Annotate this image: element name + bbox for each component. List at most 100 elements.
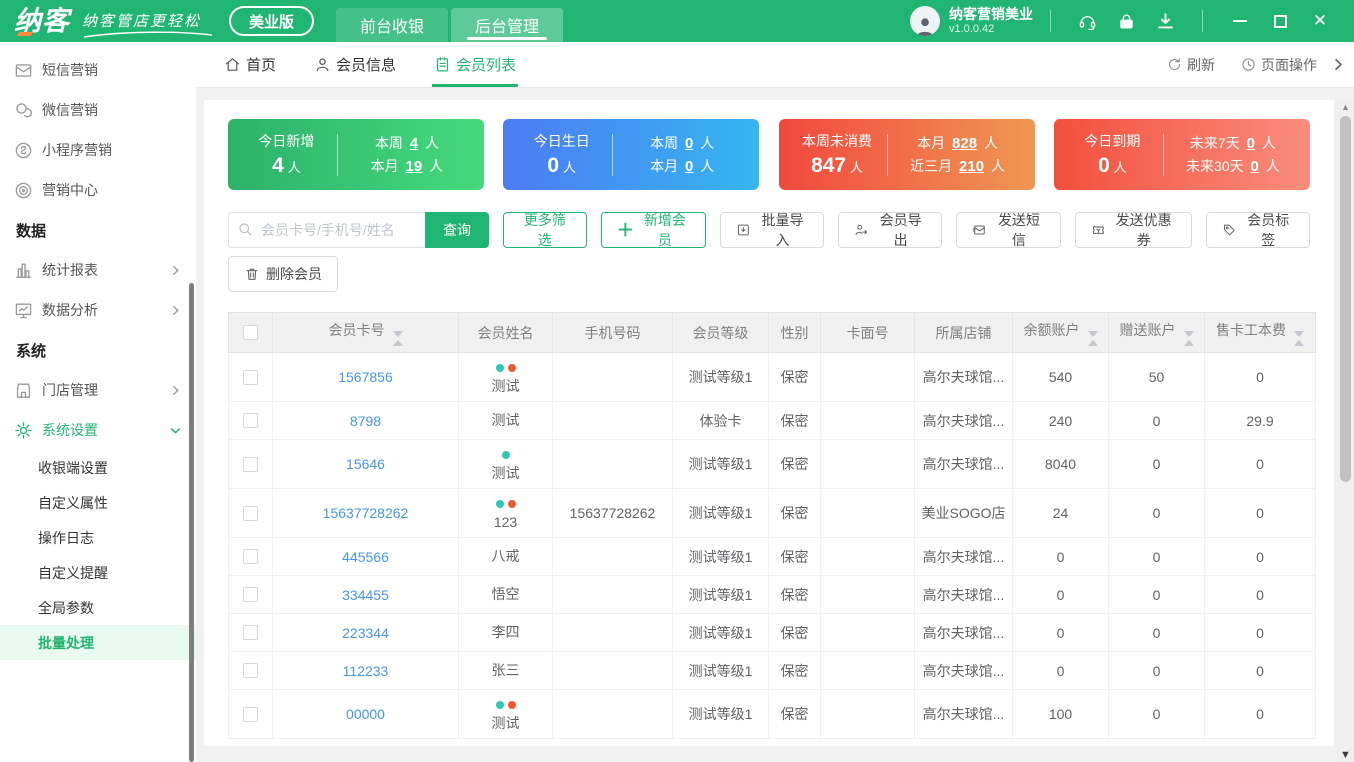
tab-member-list[interactable]: 会员列表 — [432, 42, 519, 87]
sort-carets-icon[interactable] — [1294, 330, 1304, 346]
nav-tab-backoffice[interactable]: 后台管理 — [451, 8, 564, 42]
sidebar-item[interactable]: 自定义提醒 — [0, 555, 196, 590]
download-icon[interactable] — [1156, 12, 1175, 31]
tab-member-info[interactable]: 会员信息 — [314, 42, 396, 87]
sidebar-item[interactable]: 收银端设置 — [0, 450, 196, 485]
column-header-label: 会员姓名 — [477, 324, 534, 341]
member-card-link[interactable]: 8798 — [350, 413, 381, 429]
query-button[interactable]: 查询 — [425, 212, 489, 248]
send-coupon-button[interactable]: 发送优惠券 — [1074, 212, 1192, 248]
row-checkbox[interactable] — [243, 625, 258, 640]
member-name: 八戒 — [491, 548, 520, 564]
cell-fee: 0 — [1204, 439, 1316, 489]
cell-card-face — [820, 651, 915, 690]
edition-badge-button[interactable]: 美业版 — [229, 6, 315, 36]
member-export-button[interactable]: 会员导出 — [838, 212, 943, 248]
tag-dot-icon — [507, 701, 516, 709]
row-checkbox[interactable] — [243, 413, 258, 428]
page-actions-button[interactable]: 页面操作 — [1241, 55, 1317, 75]
nav-tab-cashier[interactable]: 前台收银 — [336, 8, 449, 42]
sidebar-item[interactable]: 门店管理 — [0, 370, 196, 410]
scroll-down-icon[interactable]: ▼ — [1340, 748, 1351, 762]
member-name: 测试 — [491, 378, 520, 394]
tag-dot-icon — [507, 500, 516, 508]
member-card-link[interactable]: 112233 — [343, 663, 389, 679]
sort-carets-icon[interactable] — [392, 330, 403, 346]
member-card-link[interactable]: 15637728262 — [323, 505, 409, 521]
sidebar-item[interactable]: 系统设置 — [0, 410, 196, 450]
sidebar-item[interactable]: 全局参数 — [0, 590, 196, 625]
row-checkbox[interactable] — [243, 663, 258, 678]
stat-sub-value[interactable]: 4 — [410, 135, 418, 152]
toolbar-row-2: 删除会员 — [228, 256, 1310, 292]
tab-home[interactable]: 首页 — [224, 42, 276, 87]
sidebar-item[interactable]: 操作日志 — [0, 520, 196, 555]
member-card-link[interactable]: 445566 — [342, 549, 389, 565]
row-checkbox[interactable] — [243, 456, 258, 472]
stat-sub-value[interactable]: 0 — [685, 158, 693, 175]
user-block[interactable]: 纳客营销美业 v1.0.0.42 — [910, 6, 1033, 36]
support-headset-icon[interactable] — [1078, 12, 1097, 31]
main-area: 首页 会员信息 会员列表 刷新 页面操作 今日新增 4 人 本周 4 人 本月 … — [196, 42, 1354, 762]
member-card-link[interactable]: 1567856 — [338, 369, 393, 385]
scroll-up-icon[interactable]: ▲ — [1341, 100, 1350, 114]
refresh-button[interactable]: 刷新 — [1167, 55, 1215, 75]
minimize-icon[interactable] — [1220, 0, 1260, 42]
sidebar-item[interactable]: 小程序营销 — [0, 130, 196, 170]
stat-value: 847 — [811, 154, 847, 177]
sidebar-scrollbar-thumb[interactable] — [189, 283, 194, 762]
vertical-scrollbar[interactable]: ▲ ▼ — [1337, 100, 1354, 762]
clock-icon — [1241, 57, 1256, 72]
maximize-icon[interactable] — [1260, 0, 1300, 42]
scrollbar-thumb[interactable] — [1340, 116, 1351, 482]
cell-level: 体验卡 — [672, 401, 769, 440]
delete-member-button[interactable]: 删除会员 — [228, 256, 338, 292]
member-tag-button[interactable]: 会员标签 — [1205, 212, 1311, 248]
stat-sub-value[interactable]: 0 — [1247, 135, 1255, 152]
sort-carets-icon[interactable] — [1183, 330, 1194, 346]
sidebar-item[interactable]: 短信营销 — [0, 50, 196, 90]
member-card-link[interactable]: 223344 — [342, 625, 389, 641]
stat-sub-value[interactable]: 210 — [959, 158, 984, 175]
sidebar-item[interactable]: 微信营销 — [0, 90, 196, 130]
sidebar-item[interactable]: 批量处理 — [0, 625, 196, 660]
window-controls: ✕ — [1220, 0, 1340, 42]
cell-checkbox — [228, 537, 273, 576]
member-card-link[interactable]: 15646 — [346, 456, 385, 472]
table-row: 15637728262 123 15637728262 测试等级1 保密 美业SOGO店 2… — [228, 488, 1316, 538]
chevron-right-icon[interactable] — [1331, 57, 1346, 72]
sidebar-item-label: 全局参数 — [38, 599, 94, 616]
stat-sub-value[interactable]: 0 — [1251, 158, 1259, 175]
row-checkbox[interactable] — [243, 587, 258, 602]
stat-sub-value[interactable]: 19 — [406, 158, 423, 175]
member-search-input[interactable] — [228, 212, 425, 248]
stat-sub-value[interactable]: 0 — [685, 135, 693, 152]
select-all-checkbox[interactable] — [243, 325, 258, 340]
person-icon — [314, 56, 331, 73]
row-checkbox[interactable] — [243, 706, 258, 722]
member-name: 李四 — [491, 624, 520, 640]
sidebar-item[interactable]: 数据分析 — [0, 290, 196, 330]
member-card-link[interactable]: 00000 — [346, 706, 385, 722]
more-filter-button[interactable]: 更多筛选 — [503, 212, 587, 248]
add-member-button[interactable]: ＋ 新增会员 — [600, 212, 706, 248]
send-sms-button[interactable]: 发送短信 — [956, 212, 1061, 248]
sidebar-item[interactable]: 自定义属性 — [0, 485, 196, 520]
column-header-label: 余额账户 — [1023, 321, 1080, 338]
cell-value: 0 — [1152, 706, 1161, 722]
member-card-link[interactable]: 334455 — [342, 587, 389, 603]
lock-icon[interactable] — [1117, 12, 1136, 31]
sidebar-item[interactable]: 统计报表 — [0, 250, 196, 290]
sort-carets-icon[interactable] — [1087, 330, 1098, 346]
row-checkbox[interactable] — [243, 369, 258, 385]
cell-gift: 0 — [1108, 651, 1205, 690]
tab-label: 会员列表 — [456, 57, 517, 74]
close-icon[interactable]: ✕ — [1300, 0, 1340, 42]
sidebar-item[interactable]: 营销中心 — [0, 170, 196, 210]
row-checkbox[interactable] — [243, 505, 258, 521]
cell-value: 保密 — [780, 624, 809, 641]
stat-sub-value[interactable]: 828 — [952, 135, 977, 152]
app-version: v1.0.0.42 — [949, 22, 995, 35]
row-checkbox[interactable] — [243, 549, 258, 564]
batch-import-button[interactable]: 批量导入 — [719, 212, 825, 248]
